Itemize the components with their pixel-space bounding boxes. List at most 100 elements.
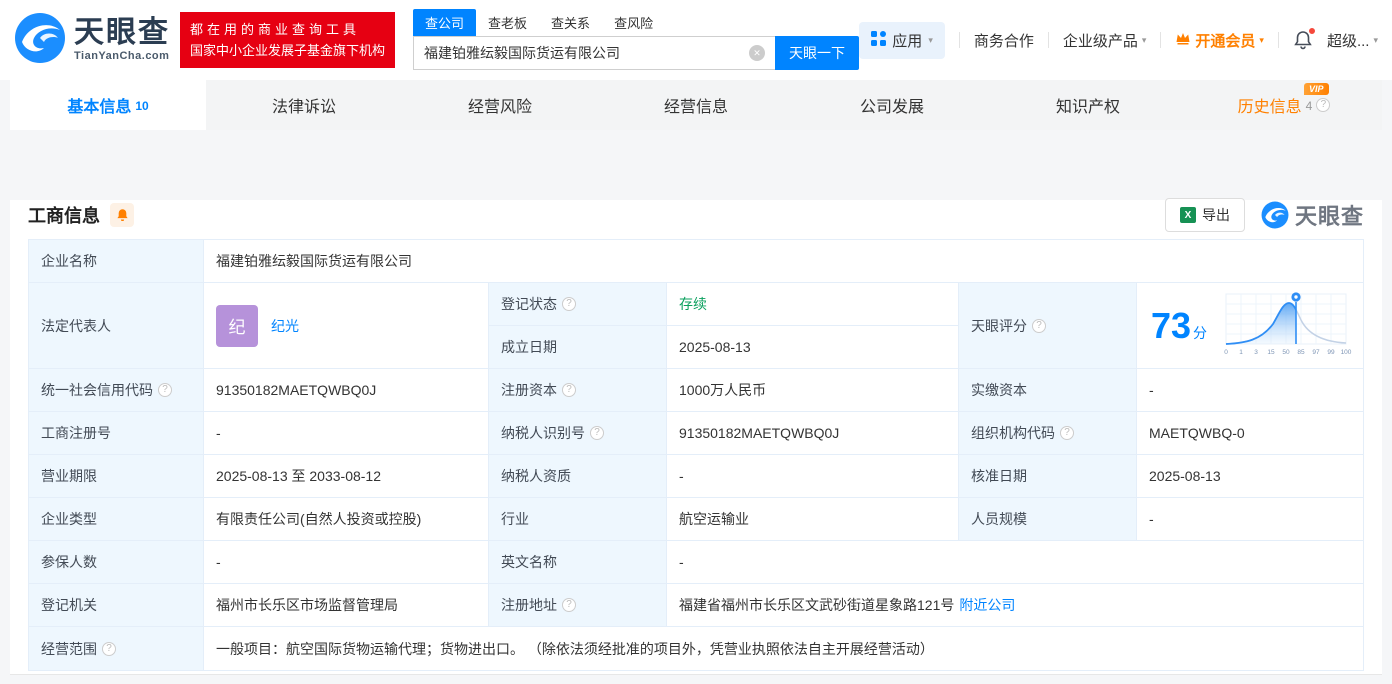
company-name-label: 企业名称	[29, 240, 204, 283]
search-input[interactable]	[413, 36, 776, 70]
tab-label: 法律诉讼	[271, 99, 336, 116]
help-icon[interactable]: ?	[1060, 426, 1074, 440]
help-icon[interactable]: ?	[102, 641, 116, 656]
reg-status-value: 存续	[667, 283, 959, 326]
logo-domain: TianYanCha.com	[74, 50, 170, 62]
taxpayer-qualification-value: -	[667, 455, 959, 498]
nearby-companies-link[interactable]: 附近公司	[959, 595, 1015, 615]
open-vip-button[interactable]: 开通会员 ▾	[1175, 30, 1264, 51]
reg-number-label: 工商注册号	[29, 412, 204, 455]
export-label: 导出	[1201, 207, 1230, 223]
reg-address-label: 注册地址?	[489, 584, 667, 627]
taxpayer-id-value: 91350182MAETQWBQ0J	[667, 412, 959, 455]
notification-badge	[1307, 27, 1316, 35]
export-button[interactable]: X 导出	[1164, 198, 1245, 232]
apps-menu[interactable]: 应用 ▾	[859, 21, 945, 59]
chevron-down-icon: ▾	[1141, 34, 1147, 45]
nav-enterprise-products[interactable]: 企业级产品 ▾	[1063, 30, 1147, 51]
reg-capital-label: 注册资本?	[489, 369, 667, 412]
score-label: 天眼评分?	[959, 283, 1137, 369]
tab-label: 基本信息	[67, 99, 132, 116]
tab-label: 历史信息	[1237, 99, 1302, 116]
score-distribution-chart: 0 1 3 15 50 85 97 99 100	[1221, 290, 1353, 361]
paid-capital-value: -	[1137, 369, 1363, 412]
search-tab-company[interactable]: 查公司	[413, 9, 477, 36]
enterprise-label: 企业级产品	[1062, 32, 1138, 50]
legal-rep-label: 法定代表人	[29, 283, 204, 369]
svg-text:50: 50	[1282, 349, 1290, 356]
apps-grid-icon	[871, 30, 887, 50]
subscribe-bell-icon[interactable]	[110, 203, 134, 227]
help-icon[interactable]: ?	[1316, 98, 1331, 112]
notifications-bell-icon[interactable]	[1293, 27, 1316, 50]
legal-rep-avatar[interactable]: 纪	[216, 304, 258, 347]
taxpayer-qualification-label: 纳税人资质	[489, 455, 667, 498]
tab-label: 经营风险	[467, 99, 532, 116]
help-icon[interactable]: ?	[562, 383, 576, 397]
tab-intellectual-property[interactable]: 知识产权	[990, 80, 1186, 130]
help-icon[interactable]: ?	[158, 383, 172, 397]
section-title: 工商信息	[28, 206, 100, 226]
reg-status-label: 登记状态?	[489, 283, 667, 326]
svg-text:85: 85	[1297, 349, 1305, 356]
svg-text:0: 0	[1224, 349, 1228, 356]
help-icon[interactable]: ?	[590, 426, 604, 440]
staff-size-value: -	[1137, 498, 1363, 541]
tab-operation-risk[interactable]: 经营风险	[402, 80, 598, 130]
svg-text:99: 99	[1327, 349, 1335, 356]
chevron-down-icon: ▾	[928, 34, 933, 45]
tab-count: 4	[1305, 99, 1313, 113]
reg-capital-value: 1000万人民币	[667, 369, 959, 412]
chevron-down-icon: ▾	[1373, 34, 1378, 45]
vip-label: 开通会员	[1195, 32, 1256, 50]
tab-legal-litigation[interactable]: 法律诉讼	[206, 80, 402, 130]
legal-rep-value: 纪 纪光	[204, 283, 489, 369]
approval-date-label: 核准日期	[959, 455, 1137, 498]
divider	[958, 32, 960, 48]
org-code-value: MAETQWBQ-0	[1137, 412, 1363, 455]
svg-text:3: 3	[1254, 349, 1258, 356]
search-button[interactable]: 天眼一下	[775, 36, 860, 70]
approval-date-value: 2025-08-13	[1137, 455, 1363, 498]
chevron-down-icon: ▾	[1259, 34, 1264, 45]
search-tab-relation[interactable]: 查关系	[539, 9, 602, 36]
reg-authority-value: 福州市长乐区市场监督管理局	[204, 584, 489, 627]
clear-search-icon[interactable]: ✕	[749, 45, 766, 61]
insured-count-value: -	[204, 541, 489, 584]
industry-value: 航空运输业	[667, 498, 959, 541]
insured-count-label: 参保人数	[29, 541, 204, 584]
company-section-tabs: 基本信息 10 法律诉讼 经营风险 经营信息 公司发展 知识产权 VIP 历史信…	[10, 80, 1382, 130]
help-icon[interactable]: ?	[562, 297, 576, 311]
search-tab-risk[interactable]: 查风险	[602, 9, 665, 36]
company-name-value: 福建铂雅纭毅国际货运有限公司	[204, 240, 1363, 283]
english-name-label: 英文名称	[489, 541, 667, 584]
watermark-text: 天眼查	[1294, 204, 1364, 229]
search-tab-boss[interactable]: 查老板	[476, 9, 539, 36]
tab-company-development[interactable]: 公司发展	[794, 80, 990, 130]
divider	[1047, 32, 1049, 48]
excel-icon: X	[1179, 207, 1196, 223]
legal-rep-link[interactable]: 纪光	[271, 316, 299, 336]
org-code-label: 组织机构代码?	[959, 412, 1137, 455]
tianyancha-watermark: 天眼查	[1261, 199, 1364, 231]
section-header: 工商信息 X 导出 天眼查	[28, 198, 1364, 232]
tianyancha-logo[interactable]: 天眼查 TianYanCha.com	[14, 12, 170, 69]
header-nav: 应用 ▾ 商务合作 企业级产品 ▾ 开通会员 ▾ 超级... ▾	[859, 0, 1378, 80]
score-unit: 分	[1193, 324, 1208, 341]
tab-operation-info[interactable]: 经营信息	[598, 80, 794, 130]
help-icon[interactable]: ?	[562, 598, 576, 612]
user-menu[interactable]: 超级... ▾	[1327, 30, 1378, 51]
crown-icon	[1175, 31, 1191, 49]
score-number: 73	[1151, 304, 1192, 346]
staff-size-label: 人员规模	[959, 498, 1137, 541]
reg-number-value: -	[204, 412, 489, 455]
tab-history-info[interactable]: VIP 历史信息 4 ?	[1186, 80, 1382, 130]
help-icon[interactable]: ?	[1032, 318, 1046, 333]
tab-label: 知识产权	[1055, 99, 1120, 116]
nav-business-coop[interactable]: 商务合作	[974, 30, 1034, 51]
username: 超级...	[1326, 32, 1370, 50]
svg-text:1: 1	[1239, 349, 1243, 356]
taxpayer-id-label: 纳税人识别号?	[489, 412, 667, 455]
vip-badge: VIP	[1304, 83, 1329, 95]
tab-basic-info[interactable]: 基本信息 10	[10, 80, 206, 130]
